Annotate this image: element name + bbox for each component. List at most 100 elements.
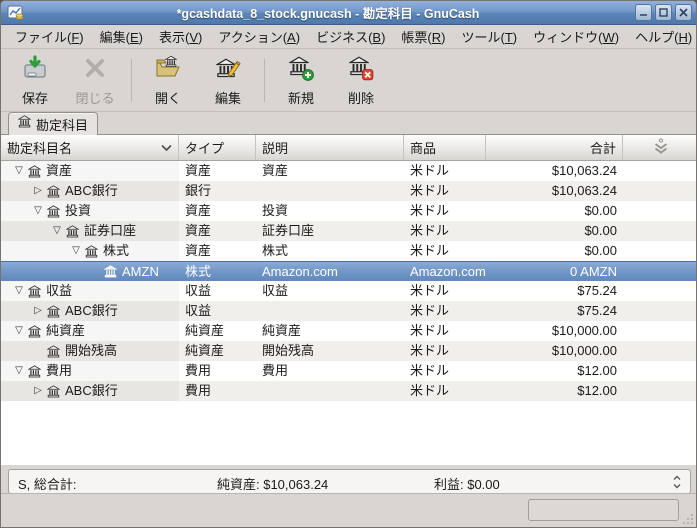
menu-item-2[interactable]: 表示(V)	[151, 24, 210, 49]
account-description	[256, 301, 404, 321]
summary-spinner[interactable]	[672, 473, 682, 494]
account-description: 費用	[262, 363, 289, 378]
account-name: 費用	[46, 363, 73, 378]
table-row[interactable]: ▽ 株式 資産 株式 米ドル $0.00	[1, 241, 696, 261]
account-commodity: 米ドル	[410, 183, 450, 198]
menu-item-8[interactable]: ヘルプ(H)	[627, 24, 696, 49]
column-header-description[interactable]: 説明	[256, 135, 404, 160]
bank-icon	[46, 184, 61, 198]
menu-item-0[interactable]: ファイル(F)	[7, 24, 92, 49]
empty-cell	[623, 201, 696, 221]
expander-open-icon[interactable]: ▽	[11, 281, 27, 301]
expander-open-icon[interactable]: ▽	[30, 201, 46, 221]
toolbar-button-0[interactable]: 保存	[5, 53, 65, 108]
empty-cell	[623, 381, 696, 401]
close-button[interactable]	[675, 4, 692, 21]
column-options-button[interactable]	[623, 135, 696, 160]
account-name: ABC銀行	[65, 383, 118, 398]
account-type: 費用	[185, 363, 212, 378]
account-total: $12.00	[577, 363, 617, 378]
toolbar-button-3[interactable]: 編集	[198, 53, 258, 108]
table-row[interactable]: ▷ ABC銀行 銀行 米ドル $10,063.24	[1, 181, 696, 201]
account-type: 資産	[185, 223, 212, 238]
account-total: $10,000.00	[551, 323, 617, 338]
toolbar-button-1[interactable]: 閉じる	[65, 53, 125, 108]
accounts-tree: 勘定科目名 タイプ 説明 商品 合計 ▽ 資産 資産 資産 米ドル $10,063.2	[1, 135, 696, 465]
expander-open-icon[interactable]: ▽	[68, 241, 84, 261]
table-row[interactable]: ▽ 収益 収益 収益 米ドル $75.24	[1, 281, 696, 301]
tab-accounts[interactable]: 勘定科目	[8, 112, 99, 135]
empty-cell	[623, 181, 696, 201]
table-row[interactable]: ▷ ABC銀行 費用 米ドル $12.00	[1, 381, 696, 401]
account-commodity: 米ドル	[410, 303, 450, 318]
account-commodity: 米ドル	[410, 163, 450, 178]
table-row[interactable]: ▽ 証券口座 資産 証券口座 米ドル $0.00	[1, 221, 696, 241]
edit-account-icon	[215, 55, 241, 86]
account-type: 資産	[185, 203, 212, 218]
menu-item-3[interactable]: アクション(A)	[210, 24, 308, 49]
menu-item-4[interactable]: ビジネス(B)	[308, 24, 393, 49]
toolbar-button-5[interactable]: 削除	[331, 53, 391, 108]
progress-bar	[528, 499, 679, 521]
menu-bar: ファイル(F) 編集(E) 表示(V) アクション(A) ビジネス(B) 帳票(R) ツール…	[1, 25, 696, 49]
menu-item-6[interactable]: ツール(T)	[454, 24, 526, 49]
new-account-icon	[288, 55, 314, 86]
menu-item-5[interactable]: 帳票(R)	[393, 24, 453, 49]
table-row[interactable]: ▽ 純資産 純資産 純資産 米ドル $10,000.00	[1, 321, 696, 341]
column-header-total[interactable]: 合計	[486, 135, 623, 160]
gnucash-window: *gcashdata_8_stock.gnucash - 勘定科目 - GnuC…	[0, 0, 697, 528]
account-description: 資産	[262, 163, 289, 178]
expander-open-icon[interactable]: ▽	[11, 321, 27, 341]
empty-cell	[623, 301, 696, 321]
account-tree-body: ▽ 資産 資産 資産 米ドル $10,063.24 ▷ ABC銀行 銀行 米ドル $10,063.2…	[1, 161, 696, 401]
column-header-name[interactable]: 勘定科目名	[1, 135, 179, 160]
toolbar-button-label: 新規	[287, 90, 314, 106]
table-row[interactable]: ▷ ABC銀行 収益 米ドル $75.24	[1, 301, 696, 321]
account-name: 開始残高	[65, 343, 118, 358]
account-type: 純資産	[185, 343, 225, 358]
expander-closed-icon[interactable]: ▷	[30, 301, 46, 321]
column-header-type[interactable]: タイプ	[179, 135, 256, 160]
resize-grip[interactable]	[681, 512, 694, 525]
expander-open-icon[interactable]: ▽	[49, 221, 65, 241]
bank-icon	[17, 115, 32, 133]
account-name: 収益	[46, 283, 73, 298]
column-header-label: 合計	[589, 141, 616, 156]
account-description	[256, 181, 404, 201]
toolbar-button-4[interactable]: 新規	[271, 53, 331, 108]
bank-icon	[27, 324, 42, 338]
window-controls	[635, 4, 692, 21]
account-type: 収益	[185, 303, 212, 318]
tab-label: 勘定科目	[36, 117, 89, 133]
empty-cell	[623, 321, 696, 341]
bank-icon	[27, 164, 42, 178]
column-header-commodity[interactable]: 商品	[404, 135, 486, 160]
menu-item-1[interactable]: 編集(E)	[92, 24, 151, 49]
account-total: $10,063.24	[551, 183, 617, 198]
window-title: *gcashdata_8_stock.gnucash - 勘定科目 - GnuC…	[176, 7, 480, 21]
account-description: 証券口座	[262, 223, 315, 238]
expander-closed-icon[interactable]: ▷	[30, 181, 46, 201]
save-icon	[22, 54, 48, 86]
account-total: $75.24	[577, 283, 617, 298]
table-row[interactable]: 開始残高 純資産 開始残高 米ドル $10,000.00	[1, 341, 696, 361]
title-bar[interactable]: *gcashdata_8_stock.gnucash - 勘定科目 - GnuC…	[1, 1, 696, 25]
table-row[interactable]: ▽ 費用 費用 費用 米ドル $12.00	[1, 361, 696, 381]
toolbar-button-2[interactable]: 開く	[138, 53, 198, 108]
account-commodity: 米ドル	[410, 343, 450, 358]
expander-open-icon[interactable]: ▽	[11, 161, 27, 181]
account-commodity: 米ドル	[410, 223, 450, 238]
table-row[interactable]: ▽ 投資 資産 投資 米ドル $0.00	[1, 201, 696, 221]
expander-open-icon[interactable]: ▽	[11, 361, 27, 381]
empty-cell	[623, 281, 696, 301]
menu-item-7[interactable]: ウィンドウ(W)	[525, 24, 627, 49]
bank-icon	[46, 384, 61, 398]
minimize-button[interactable]	[635, 4, 652, 21]
expander-closed-icon[interactable]: ▷	[30, 381, 46, 401]
table-row[interactable]: AMZN 株式 Amazon.com Amazon.com 0 AMZN	[1, 261, 696, 281]
maximize-button[interactable]	[655, 4, 672, 21]
table-row[interactable]: ▽ 資産 資産 資産 米ドル $10,063.24	[1, 161, 696, 181]
column-header-label: 説明	[262, 141, 289, 156]
summary-bar: S, 総合計: 純資産: $10,063.24 利益: $0.00	[8, 469, 691, 494]
gnucash-app-icon	[7, 4, 25, 22]
